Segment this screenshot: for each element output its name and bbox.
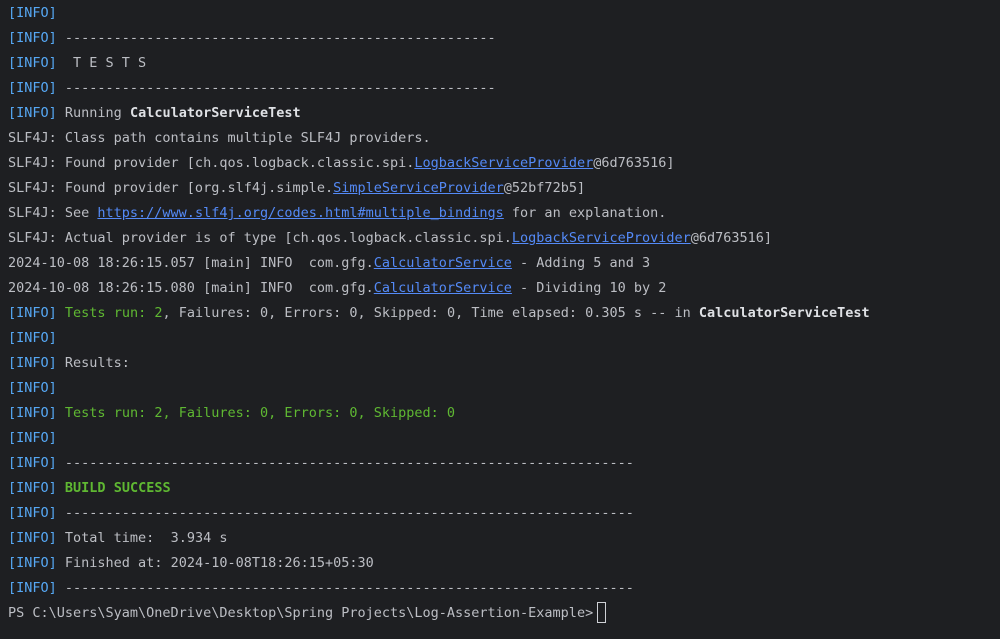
- log-line: [INFO] ---------------------------------…: [8, 451, 1000, 476]
- info-tag: [INFO]: [8, 380, 57, 396]
- log-line: [INFO] ---------------------------------…: [8, 501, 1000, 526]
- info-tag: [INFO]: [8, 105, 57, 121]
- separator: ----------------------------------------…: [56, 80, 496, 96]
- log-line: [INFO] BUILD SUCCESS: [8, 476, 1000, 501]
- info-tag: [INFO]: [8, 505, 57, 521]
- log-line: [INFO] ---------------------------------…: [8, 576, 1000, 601]
- info-tag: [INFO]: [8, 330, 57, 346]
- test-class-name: CalculatorServiceTest: [129, 105, 301, 121]
- class-link[interactable]: CalculatorService: [374, 280, 512, 296]
- log-line: SLF4J: Actual provider is of type [ch.qo…: [8, 230, 773, 246]
- log-line: [INFO] Running CalculatorServiceTest: [8, 105, 301, 121]
- log-line: [INFO] Tests run: 2, Failures: 0, Errors…: [8, 305, 870, 321]
- total-time: Total time: 3.934 s: [56, 530, 228, 546]
- log-line: SLF4J: Found provider [org.slf4j.simple.…: [8, 180, 586, 196]
- info-tag: [INFO]: [8, 455, 57, 471]
- log-line: [INFO]: [8, 376, 1000, 401]
- info-tag: [INFO]: [8, 355, 57, 371]
- log-line: [INFO] Total time: 3.934 s: [8, 526, 1000, 551]
- info-tag: [INFO]: [8, 30, 57, 46]
- separator: ----------------------------------------…: [56, 505, 634, 521]
- test-summary: Tests run: 2, Failures: 0, Errors: 0, Sk…: [64, 405, 456, 421]
- terminal-output[interactable]: [INFO] [INFO] --------------------------…: [0, 0, 1000, 639]
- log-line: 2024-10-08 18:26:15.080 [main] INFO com.…: [8, 280, 667, 296]
- log-line: [INFO] Tests run: 2, Failures: 0, Errors…: [8, 401, 1000, 426]
- info-tag: [INFO]: [8, 5, 57, 21]
- info-tag: [INFO]: [8, 530, 57, 546]
- log-line: SLF4J: See https://www.slf4j.org/codes.h…: [8, 205, 667, 221]
- info-tag: [INFO]: [8, 430, 57, 446]
- tests-run-count: Tests run: 2: [64, 305, 163, 321]
- shell-prompt: PS C:\Users\Syam\OneDrive\Desktop\Spring…: [8, 605, 594, 621]
- info-tag: [INFO]: [8, 55, 57, 71]
- info-tag: [INFO]: [8, 555, 57, 571]
- class-link[interactable]: CalculatorService: [374, 255, 512, 271]
- log-line: SLF4J: Class path contains multiple SLF4…: [8, 130, 431, 146]
- class-link[interactable]: SimpleServiceProvider: [333, 180, 504, 196]
- log-line: [INFO]: [8, 326, 1000, 351]
- separator: ----------------------------------------…: [56, 455, 634, 471]
- class-link[interactable]: LogbackServiceProvider: [512, 230, 691, 246]
- info-tag: [INFO]: [8, 80, 57, 96]
- results-label: Results:: [56, 355, 130, 371]
- separator: ----------------------------------------…: [56, 30, 496, 46]
- log-line: 2024-10-08 18:26:15.057 [main] INFO com.…: [8, 255, 651, 271]
- text-cursor[interactable]: [597, 602, 607, 623]
- separator: ----------------------------------------…: [56, 580, 634, 596]
- log-line: [INFO] T E S T S: [8, 51, 1000, 76]
- log-line: SLF4J: Found provider [ch.qos.logback.cl…: [8, 155, 675, 171]
- info-tag: [INFO]: [8, 305, 57, 321]
- url-link[interactable]: https://www.slf4j.org/codes.html#multipl…: [97, 205, 503, 221]
- prompt-line[interactable]: PS C:\Users\Syam\OneDrive\Desktop\Spring…: [8, 601, 1000, 626]
- log-line: [INFO] Results:: [8, 351, 1000, 376]
- info-tag: [INFO]: [8, 480, 57, 496]
- log-line: [INFO]: [8, 1, 1000, 26]
- build-status: BUILD SUCCESS: [64, 480, 171, 496]
- log-line: [INFO] ---------------------------------…: [8, 26, 1000, 51]
- test-class-name: CalculatorServiceTest: [698, 305, 870, 321]
- finished-at: Finished at: 2024-10-08T18:26:15+05:30: [56, 555, 374, 571]
- tests-heading: T E S T S: [56, 55, 147, 71]
- log-line: [INFO] ---------------------------------…: [8, 76, 1000, 101]
- log-line: [INFO]: [8, 426, 1000, 451]
- info-tag: [INFO]: [8, 405, 57, 421]
- info-tag: [INFO]: [8, 580, 57, 596]
- log-line: [INFO] Finished at: 2024-10-08T18:26:15+…: [8, 551, 1000, 576]
- class-link[interactable]: LogbackServiceProvider: [414, 155, 593, 171]
